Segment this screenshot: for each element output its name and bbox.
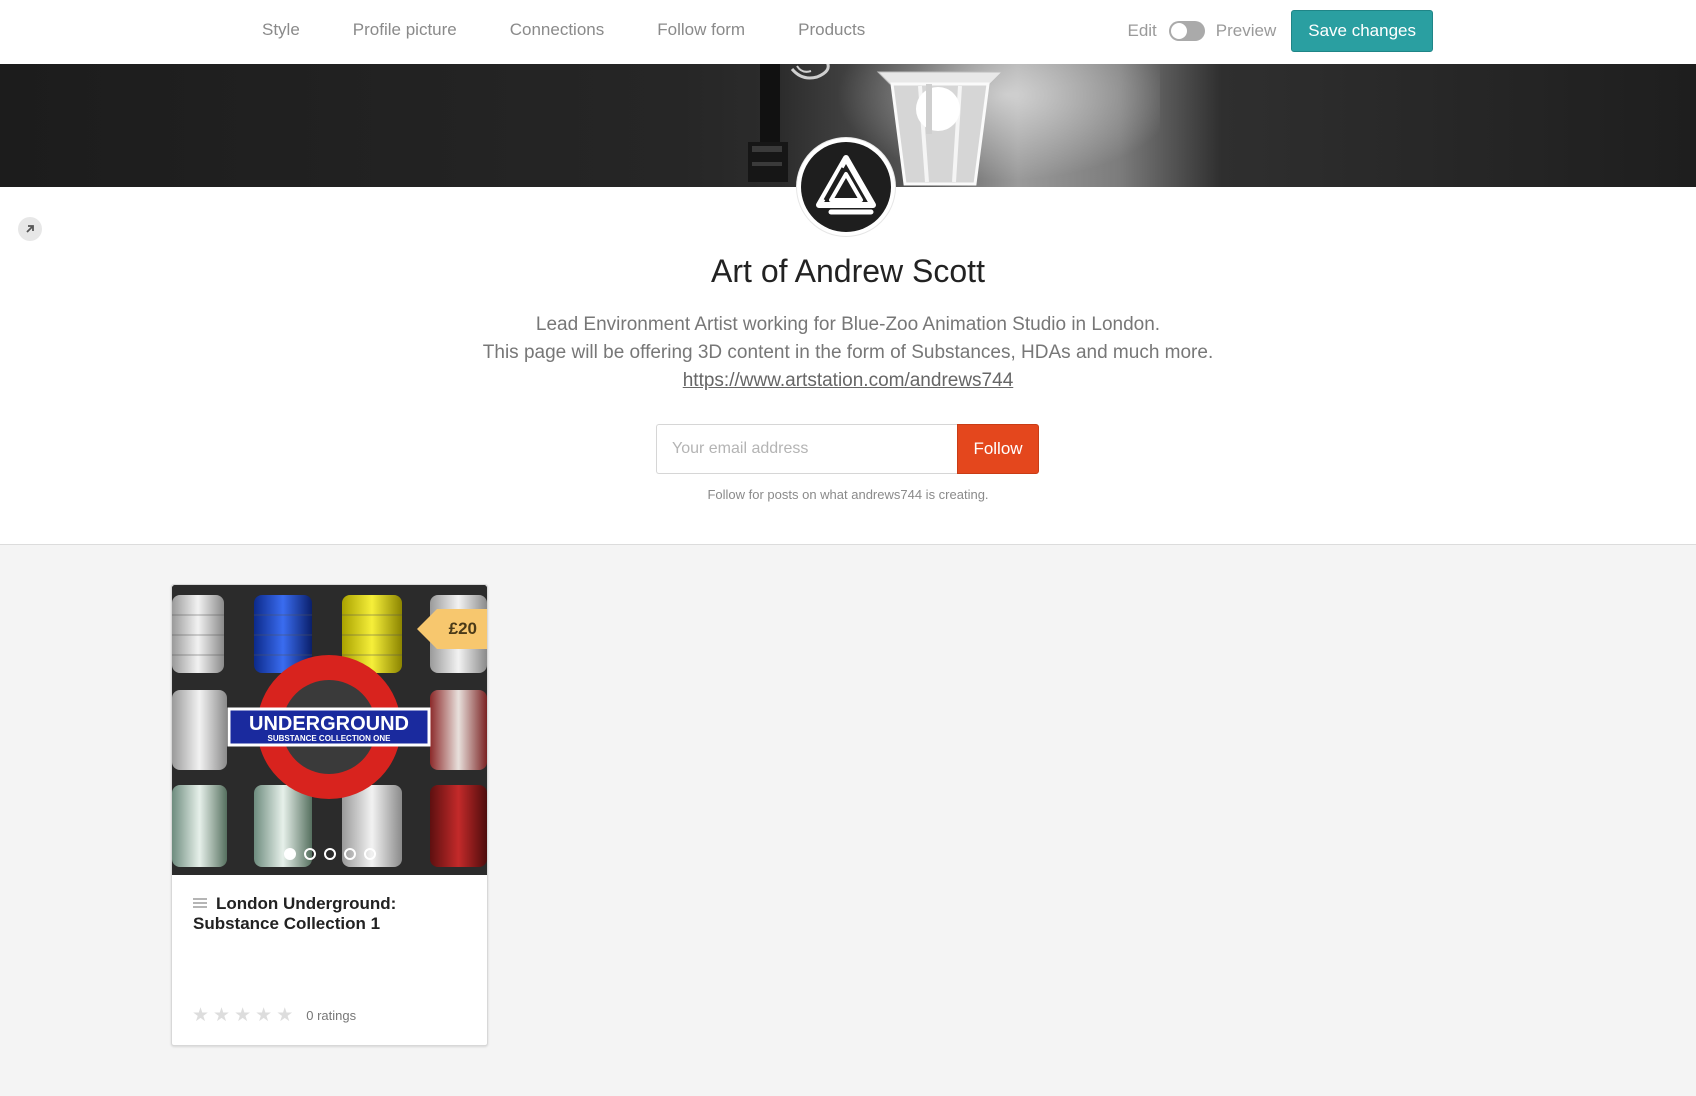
nav-item-follow-form[interactable]: Follow form [657, 20, 745, 40]
carousel-dot[interactable] [363, 848, 376, 860]
carousel-dot[interactable] [303, 848, 316, 860]
nav-item-profile-picture[interactable]: Profile picture [353, 20, 457, 40]
product-title-text: London Underground: Substance Collection… [193, 894, 397, 933]
product-rating: ★ ★ ★ ★ ★ 0 ratings [192, 1006, 356, 1025]
mode-controls: Edit Preview Save changes [1127, 10, 1433, 52]
follow-button[interactable]: Follow [957, 424, 1039, 474]
profile-section: Art of Andrew Scott Lead Environment Art… [0, 187, 1696, 545]
star-icon: ★ [234, 1005, 252, 1026]
carousel-dot[interactable] [343, 848, 356, 860]
carousel-dot[interactable] [283, 848, 296, 860]
preview-label: Preview [1215, 21, 1277, 40]
nav-item-products[interactable]: Products [798, 20, 865, 40]
artstation-link[interactable]: https://www.artstation.com/andrews744 [683, 370, 1014, 391]
star-icon: ★ [276, 1005, 294, 1026]
expand-arrow-icon [26, 225, 34, 233]
roundel-title: UNDERGROUND [249, 713, 409, 735]
star-icon: ★ [255, 1005, 273, 1026]
rating-stars: ★ ★ ★ ★ ★ [192, 1006, 293, 1025]
star-icon: ★ [213, 1005, 231, 1026]
page-title: Art of Andrew Scott [711, 253, 985, 289]
nav-item-connections[interactable]: Connections [510, 20, 605, 40]
edit-label: Edit [1127, 21, 1157, 40]
toggle-knob [1170, 23, 1187, 39]
star-icon: ★ [192, 1005, 210, 1026]
editor-nav: Style Profile picture Connections Follow… [244, 0, 900, 60]
bio-line-2: This page will be offering 3D content in… [482, 342, 1214, 363]
edit-preview-toggle[interactable] [1168, 21, 1205, 41]
carousel-dot[interactable] [323, 848, 336, 860]
carousel-dots [172, 848, 487, 860]
product-card[interactable]: UNDERGROUND SUBSTANCE COLLECTION ONE £20… [171, 584, 488, 1046]
nav-item-style[interactable]: Style [262, 20, 300, 40]
ratings-count: 0 ratings [306, 1008, 357, 1023]
product-title: London Underground: Substance Collection… [193, 894, 473, 934]
bio-line-1: Lead Environment Artist working for Blue… [535, 314, 1161, 335]
avatar [797, 138, 895, 236]
top-bar: Style Profile picture Connections Follow… [0, 0, 1696, 64]
logo-triangle-icon [816, 155, 876, 215]
drag-handle-icon[interactable] [193, 896, 207, 910]
follow-form: Follow [656, 424, 1039, 474]
email-input[interactable] [656, 424, 957, 474]
roundel-subtitle: SUBSTANCE COLLECTION ONE [268, 734, 392, 743]
product-image-carousel[interactable]: UNDERGROUND SUBSTANCE COLLECTION ONE £20 [172, 585, 487, 875]
expand-button[interactable] [18, 217, 42, 241]
follow-note: Follow for posts on what andrews744 is c… [707, 487, 989, 502]
save-changes-button[interactable]: Save changes [1291, 10, 1433, 52]
price-tag: £20 [416, 609, 487, 649]
profile-bio: Lead Environment Artist working for Blue… [0, 311, 1696, 395]
